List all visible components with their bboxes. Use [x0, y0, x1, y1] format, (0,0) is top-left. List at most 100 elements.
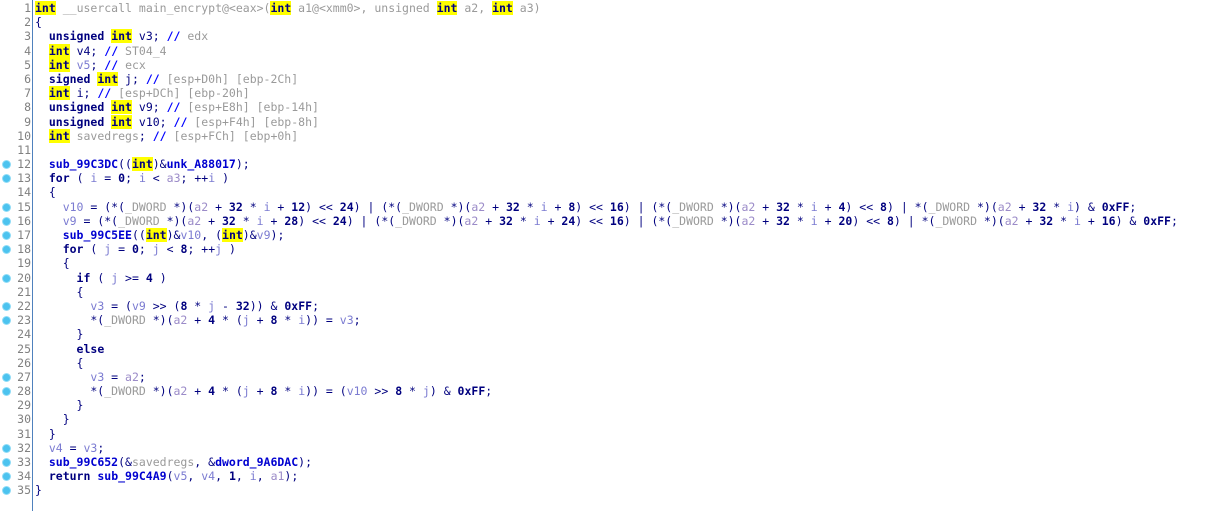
- breakpoint-dot-icon[interactable]: [3, 274, 10, 282]
- code-token-lvar[interactable]: i: [250, 469, 257, 483]
- breakpoint-dot-icon[interactable]: [3, 203, 10, 211]
- code-line[interactable]: if ( j >= 4 ): [35, 271, 1226, 285]
- code-line[interactable]: return sub_99C4A9(v5, v4, 1, i, a1);: [35, 469, 1226, 483]
- code-line[interactable]: }: [35, 427, 1226, 441]
- code-token-arg[interactable]: a2: [464, 214, 478, 228]
- line-number-row[interactable]: 32: [0, 441, 32, 455]
- code-token-lvar[interactable]: i: [1067, 200, 1074, 214]
- code-line[interactable]: int __usercall main_encrypt@<eax>(int a1…: [35, 1, 1226, 15]
- code-token-lvar[interactable]: j: [423, 384, 430, 398]
- code-line[interactable]: int v5; // ecx: [35, 57, 1226, 72]
- line-number-row[interactable]: 1: [0, 1, 32, 15]
- code-line[interactable]: }: [35, 398, 1226, 412]
- breakpoint-dot-icon[interactable]: [3, 246, 10, 254]
- code-line[interactable]: else: [35, 342, 1226, 356]
- code-line[interactable]: sub_99C3DC((int)&unk_A88017);: [35, 157, 1226, 172]
- line-number-row[interactable]: 4: [0, 44, 32, 58]
- line-number-row[interactable]: 11: [0, 143, 32, 157]
- line-number-row[interactable]: 25: [0, 342, 32, 356]
- line-number-row[interactable]: 16: [0, 214, 32, 228]
- code-token-lvar[interactable]: v3: [340, 313, 354, 327]
- code-token-func[interactable]: sub_99C4A9: [97, 469, 166, 483]
- code-token-lvar[interactable]: v9: [63, 214, 77, 228]
- code-token-lvar[interactable]: i: [541, 200, 548, 214]
- line-number-row[interactable]: 7: [0, 86, 32, 100]
- line-number-row[interactable]: 12: [0, 157, 32, 171]
- code-token-arg[interactable]: a2: [174, 384, 188, 398]
- code-line[interactable]: *(_DWORD *)(a2 + 4 * (j + 8 * i)) = (v10…: [35, 384, 1226, 398]
- line-number-gutter[interactable]: 1 2 3 4 5 6 7 8 9 10 11 12 13 14 15 16 17 18 19 20 21 22 23 24 2…: [0, 0, 33, 511]
- breakpoint-dot-icon[interactable]: [3, 473, 10, 481]
- breakpoint-dot-icon[interactable]: [3, 232, 10, 239]
- code-token-arg[interactable]: a2: [471, 200, 485, 214]
- line-number-row[interactable]: 28: [0, 384, 32, 398]
- code-token-func[interactable]: dword_9A6DAC: [215, 455, 298, 469]
- code-line[interactable]: *(_DWORD *)(a2 + 4 * (j + 8 * i)) = v3;: [35, 313, 1226, 327]
- code-token-lvar[interactable]: v4: [49, 441, 63, 455]
- code-token-lvar[interactable]: v3: [90, 299, 104, 313]
- code-token-arg[interactable]: a2: [998, 200, 1012, 214]
- breakpoint-dot-icon[interactable]: [3, 317, 10, 325]
- code-token-arg[interactable]: a2: [741, 200, 755, 214]
- code-token-lvar[interactable]: v3: [84, 441, 98, 455]
- breakpoint-dot-icon[interactable]: [3, 487, 10, 495]
- code-line[interactable]: unsigned int v10; // [esp+F4h] [ebp-8h]: [35, 114, 1226, 129]
- code-token-lvar[interactable]: v10: [63, 200, 84, 214]
- code-token-lvar[interactable]: v5: [174, 469, 188, 483]
- code-line[interactable]: for ( i = 0; i < a3; ++i ): [35, 171, 1226, 185]
- code-token-lvar[interactable]: v4: [201, 469, 215, 483]
- line-number-row[interactable]: 24: [0, 327, 32, 341]
- code-token-arg[interactable]: a2: [194, 200, 208, 214]
- code-token-lvar[interactable]: v3: [90, 370, 104, 384]
- line-number-row[interactable]: 5: [0, 58, 32, 72]
- code-token-lvar[interactable]: j: [243, 384, 250, 398]
- code-token-func[interactable]: unk_A88017: [167, 157, 236, 171]
- breakpoint-dot-icon[interactable]: [3, 388, 10, 396]
- line-number-row[interactable]: 6: [0, 72, 32, 86]
- line-number-row[interactable]: 18: [0, 242, 32, 256]
- code-line[interactable]: v9 = (*(_DWORD *)(a2 + 32 * i + 28) << 2…: [35, 214, 1226, 228]
- code-line[interactable]: v3 = a2;: [35, 370, 1226, 384]
- code-token-arg[interactable]: a2: [741, 214, 755, 228]
- breakpoint-dot-icon[interactable]: [3, 459, 10, 466]
- line-number-row[interactable]: 27: [0, 370, 32, 384]
- code-token-func[interactable]: sub_99C3DC: [49, 157, 118, 171]
- code-token-lvar[interactable]: i: [534, 214, 541, 228]
- code-token-lvar[interactable]: v9: [132, 299, 146, 313]
- code-token-lvar[interactable]: i: [257, 214, 264, 228]
- line-number-row[interactable]: 26: [0, 356, 32, 370]
- line-number-row[interactable]: 3: [0, 29, 32, 43]
- line-number-row[interactable]: 30: [0, 412, 32, 426]
- code-line[interactable]: [35, 143, 1226, 157]
- code-line[interactable]: for ( j = 0; j < 8; ++j ): [35, 242, 1226, 256]
- line-number-row[interactable]: 34: [0, 469, 32, 483]
- line-number-row[interactable]: 33: [0, 455, 32, 469]
- breakpoint-dot-icon[interactable]: [3, 302, 10, 310]
- breakpoint-dot-icon[interactable]: [3, 444, 10, 452]
- line-number-row[interactable]: 15: [0, 200, 32, 214]
- breakpoint-dot-icon[interactable]: [3, 175, 10, 183]
- code-token-arg[interactable]: a2: [1005, 214, 1019, 228]
- code-line[interactable]: sub_99C652(&savedregs, &dword_9A6DAC);: [35, 455, 1226, 469]
- code-token-arg[interactable]: a2: [187, 214, 201, 228]
- line-number-row[interactable]: 17: [0, 228, 32, 242]
- breakpoint-dot-icon[interactable]: [3, 373, 10, 381]
- code-token-lvar[interactable]: i: [264, 200, 271, 214]
- code-token-arg[interactable]: a1: [271, 469, 285, 483]
- pseudocode-viewer[interactable]: 1 2 3 4 5 6 7 8 9 10 11 12 13 14 15 16 17 18 19 20 21 22 23 24 2…: [0, 0, 1226, 511]
- code-token-func[interactable]: sub_99C5EE: [63, 228, 132, 242]
- code-line[interactable]: }: [35, 327, 1226, 341]
- line-number-row[interactable]: 19: [0, 256, 32, 270]
- code-line[interactable]: unsigned int v9; // [esp+E8h] [ebp-14h]: [35, 100, 1226, 115]
- code-line[interactable]: int savedregs; // [esp+FCh] [ebp+0h]: [35, 128, 1226, 143]
- code-token-lvar[interactable]: v10: [347, 384, 368, 398]
- line-number-row[interactable]: 14: [0, 185, 32, 199]
- code-line[interactable]: unsigned int v3; // edx: [35, 29, 1226, 44]
- line-number-row[interactable]: 21: [0, 285, 32, 299]
- code-line[interactable]: {: [35, 356, 1226, 370]
- code-line[interactable]: }: [35, 412, 1226, 426]
- code-token-lvar[interactable]: i: [811, 214, 818, 228]
- line-number-row[interactable]: 23: [0, 313, 32, 327]
- code-token-lvar[interactable]: v10: [180, 228, 201, 242]
- code-line[interactable]: {: [35, 185, 1226, 199]
